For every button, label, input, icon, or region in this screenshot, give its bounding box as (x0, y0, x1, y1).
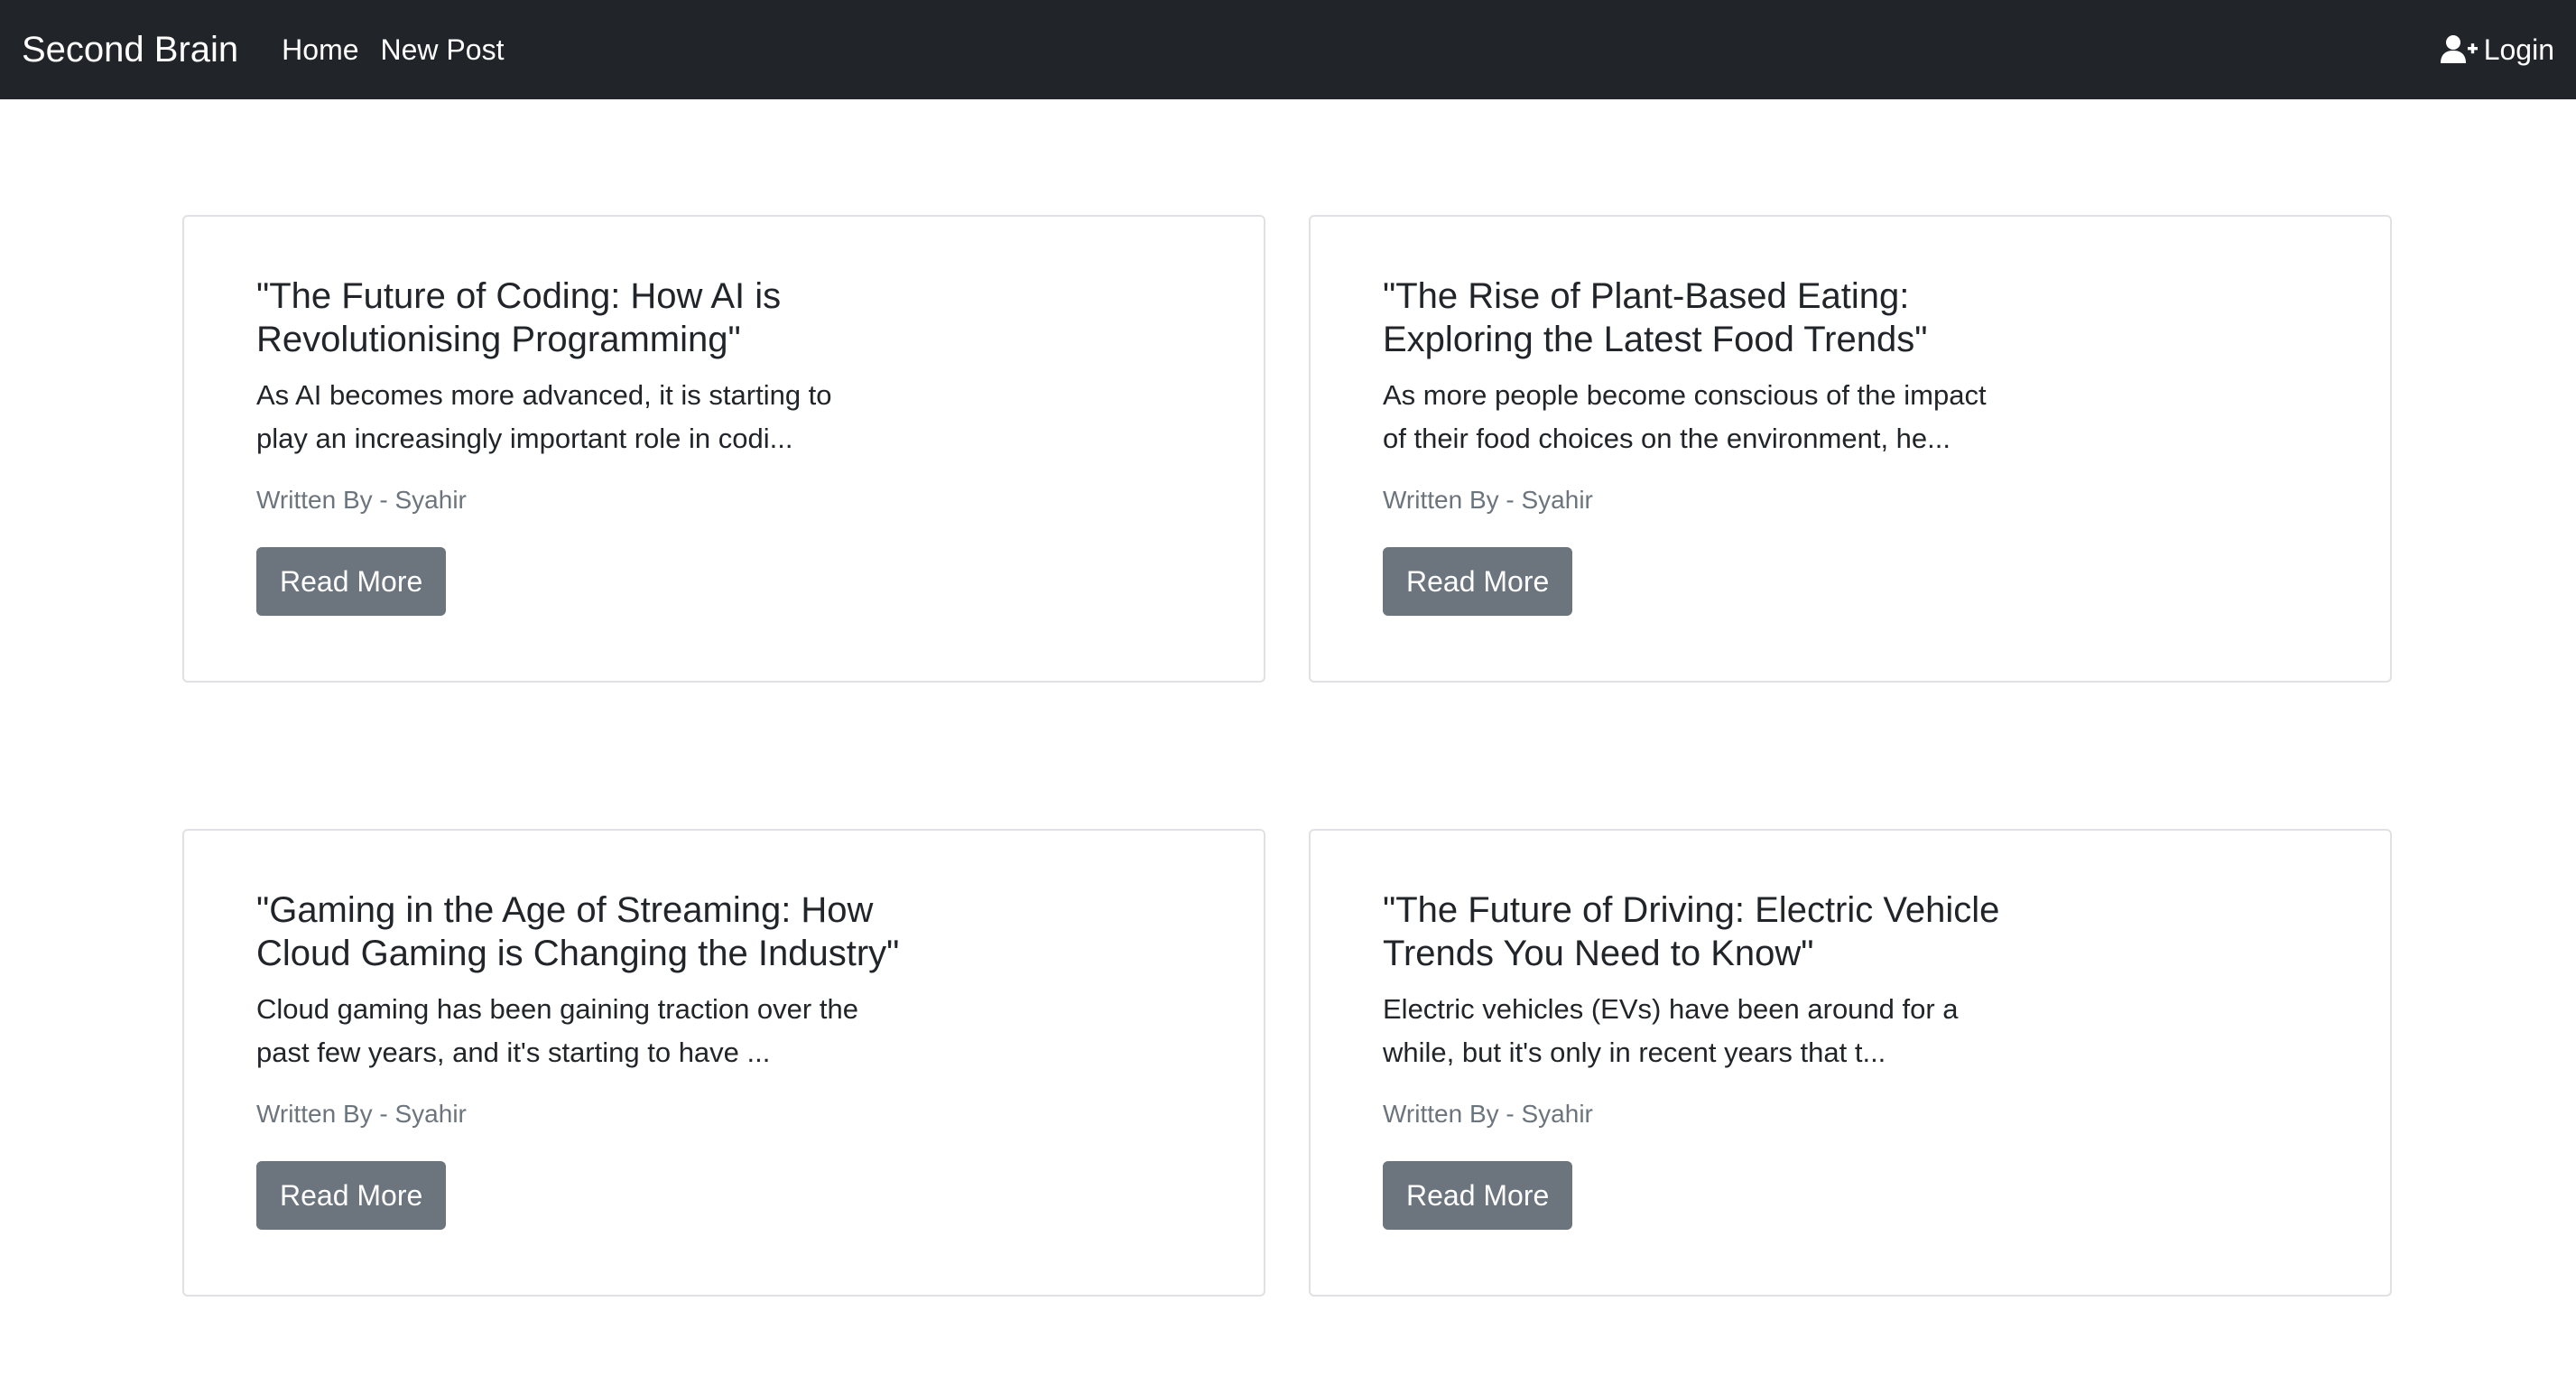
top-navbar: Second Brain Home New Post Login (0, 0, 2576, 99)
brand-logo-text[interactable]: Second Brain (22, 30, 238, 70)
post-title: "The Future of Driving: Electric Vehicle… (1383, 890, 2000, 973)
login-link[interactable]: Login (2440, 33, 2554, 67)
post-excerpt: Electric vehicles (EVs) have been around… (1383, 993, 1959, 1068)
post-author: Written By - Syahir (256, 1100, 467, 1128)
read-more-button[interactable]: Read More (256, 547, 447, 616)
user-plus-icon (2440, 35, 2478, 63)
post-card: "The Rise of Plant-Based Eating: Explori… (1309, 215, 2392, 683)
post-excerpt: As AI becomes more advanced, it is start… (256, 379, 832, 454)
read-more-button[interactable]: Read More (1383, 1161, 1573, 1230)
post-title: "The Rise of Plant-Based Eating: Explori… (1383, 276, 1928, 359)
post-author: Written By - Syahir (1383, 1100, 1593, 1128)
login-label: Login (2483, 33, 2554, 66)
post-title: "Gaming in the Age of Streaming: How Clo… (256, 890, 900, 973)
post-card: "The Future of Coding: How AI is Revolut… (182, 215, 1265, 683)
post-author: Written By - Syahir (1383, 486, 1593, 514)
read-more-button[interactable]: Read More (256, 1161, 447, 1230)
nav-link-new-post[interactable]: New Post (381, 33, 505, 67)
post-author: Written By - Syahir (256, 486, 467, 514)
post-excerpt: As more people become conscious of the i… (1383, 379, 1987, 454)
post-title: "The Future of Coding: How AI is Revolut… (256, 276, 782, 359)
post-card: "Gaming in the Age of Streaming: How Clo… (182, 829, 1265, 1297)
post-excerpt: Cloud gaming has been gaining traction o… (256, 993, 858, 1068)
nav-link-home[interactable]: Home (282, 33, 358, 67)
read-more-button[interactable]: Read More (1383, 547, 1573, 616)
post-card: "The Future of Driving: Electric Vehicle… (1309, 829, 2392, 1297)
